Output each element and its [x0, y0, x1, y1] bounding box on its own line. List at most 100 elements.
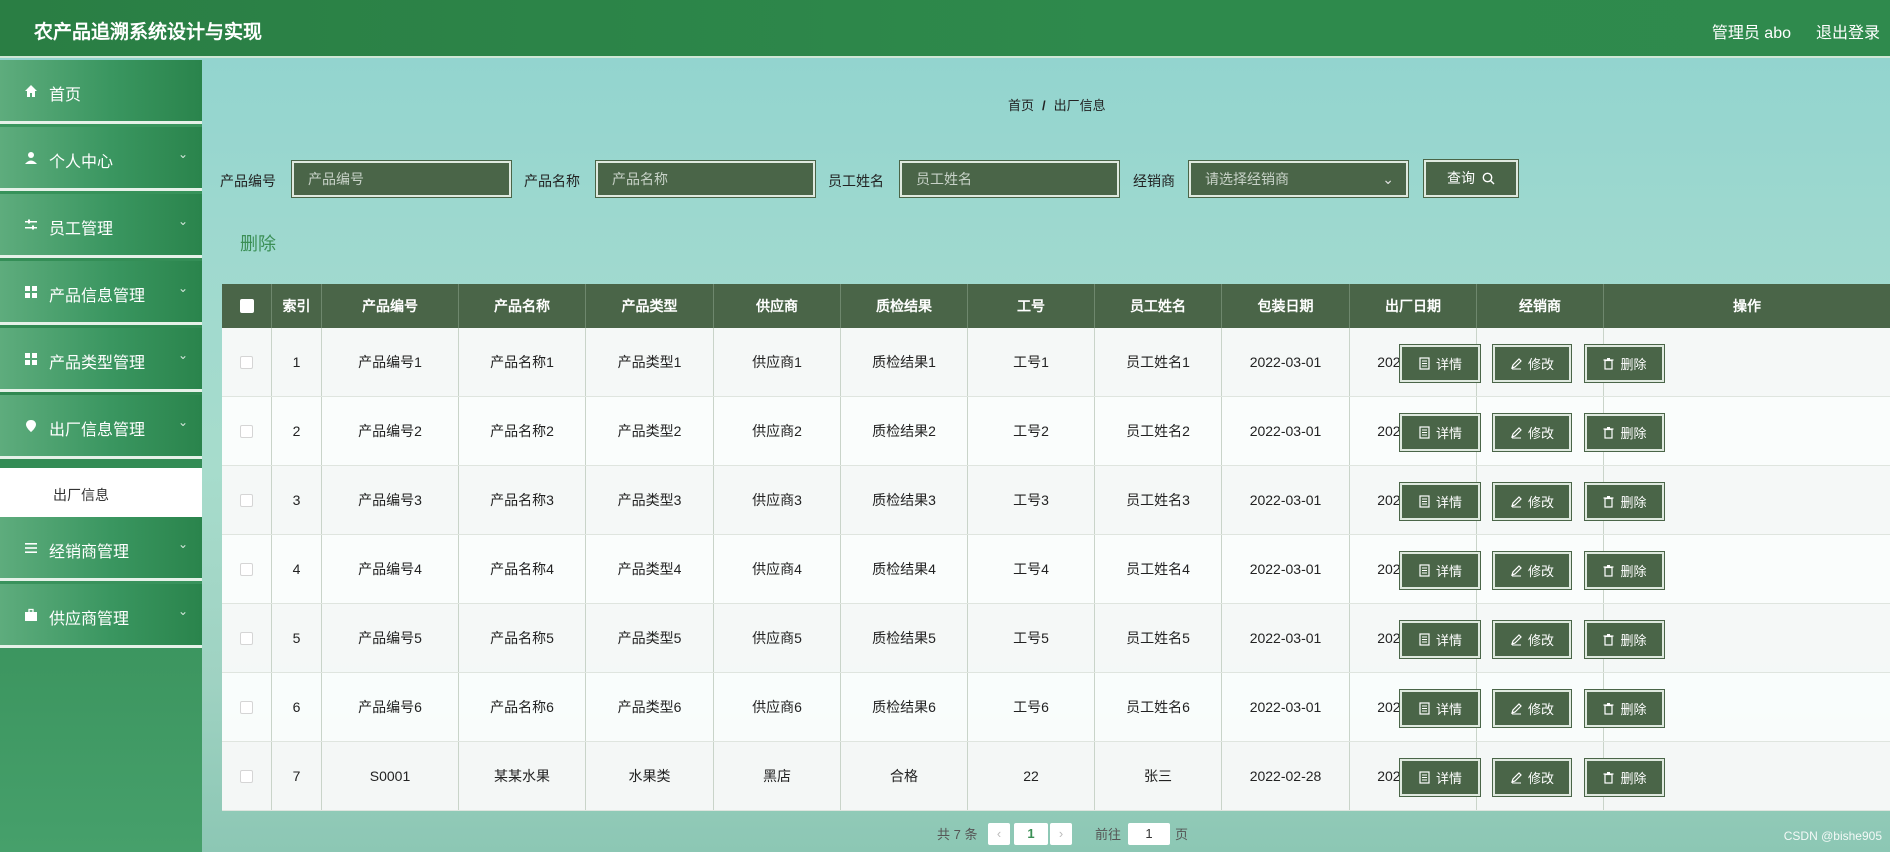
detail-button[interactable]: 详情 [1400, 621, 1480, 658]
document-icon [1419, 702, 1430, 715]
sidebar-item-staff[interactable]: 员工管理 ⌄ [0, 194, 202, 258]
product-name-label: 产品名称 [524, 173, 580, 189]
batch-delete-button[interactable]: 删除 [240, 230, 276, 256]
document-icon [1419, 564, 1430, 577]
table-cell: 黑店 [714, 742, 841, 810]
table-cell: 员工姓名5 [1095, 604, 1222, 672]
delete-button[interactable]: 删除 [1585, 345, 1664, 382]
query-button-label: 查询 [1447, 170, 1476, 186]
table-cell: 张三 [1095, 742, 1222, 810]
delete-button[interactable]: 删除 [1585, 414, 1664, 451]
prev-page-button[interactable]: ‹ [988, 823, 1010, 845]
table-row: 3 产品编号3 产品名称3 产品类型3 供应商3 质检结果3 工号3 员工姓名3 2022-03… [222, 466, 1890, 535]
breadcrumb-current: 出厂信息 [1053, 98, 1106, 113]
table-row: 2 产品编号2 产品名称2 产品类型2 供应商2 质检结果2 工号2 员工姓名2 2022-03… [222, 397, 1890, 466]
edit-button[interactable]: 修改 [1493, 552, 1571, 589]
goto-page-input[interactable]: 1 [1128, 823, 1170, 845]
row-checkbox[interactable] [240, 562, 253, 576]
staff-name-label: 员工姓名 [828, 173, 884, 189]
chevron-down-icon: ⌄ [178, 214, 189, 228]
row-select-cell [222, 397, 272, 465]
sidebar-subitem-shipment-info[interactable]: 出厂信息 [0, 468, 202, 518]
edit-button[interactable]: 修改 [1493, 414, 1571, 451]
goto-label: 前往 [1095, 827, 1122, 842]
row-select-cell [222, 673, 272, 741]
col-header: 产品类型 [586, 284, 714, 328]
delete-button[interactable]: 删除 [1585, 759, 1664, 796]
detail-button[interactable]: 详情 [1400, 759, 1480, 796]
detail-button-label: 详情 [1435, 495, 1462, 510]
table-cell: 工号2 [968, 397, 1095, 465]
table-cell: 供应商3 [714, 466, 841, 534]
document-icon [1419, 633, 1430, 646]
delete-button-label: 删除 [1620, 633, 1647, 648]
table-cell: 工号5 [968, 604, 1095, 672]
table-cell: 供应商5 [714, 604, 841, 672]
table-cell: 质检结果6 [841, 673, 968, 741]
table-cell: 2022-02-28 [1222, 742, 1350, 810]
staff-name-placeholder: 员工姓名 [916, 171, 972, 187]
sidebar-item-shipment[interactable]: 出厂信息管理 ⌄ [0, 395, 202, 459]
row-select-cell [222, 742, 272, 810]
sidebar-item-home[interactable]: 首页 [0, 60, 202, 124]
breadcrumb-home[interactable]: 首页 [1008, 98, 1034, 113]
table-cell: 产品类型5 [586, 604, 714, 672]
pencil-icon [1511, 772, 1522, 784]
next-page-button[interactable]: › [1050, 823, 1072, 845]
sidebar-item-dealer[interactable]: 经销商管理 ⌄ [0, 517, 202, 581]
product-code-input[interactable]: 产品编号 [292, 161, 511, 197]
delete-button[interactable]: 删除 [1585, 621, 1664, 658]
chevron-down-icon: ⌄ [178, 537, 189, 551]
row-checkbox[interactable] [240, 493, 253, 507]
row-checkbox[interactable] [240, 769, 253, 783]
table-cell: 工号1 [968, 328, 1095, 396]
col-header: 工号 [968, 284, 1095, 328]
delete-button[interactable]: 删除 [1585, 552, 1664, 589]
table-cell: 6 [272, 673, 322, 741]
trash-icon [1603, 565, 1614, 577]
row-select-cell [222, 328, 272, 396]
select-all-checkbox[interactable] [239, 299, 254, 313]
edit-button[interactable]: 修改 [1493, 483, 1571, 520]
sidebar-item-label: 经销商管理 [49, 544, 130, 561]
current-page[interactable]: 1 [1014, 823, 1048, 845]
table-cell: 员工姓名1 [1095, 328, 1222, 396]
dealer-select[interactable]: 请选择经销商 ⌄ [1189, 161, 1408, 197]
edit-button[interactable]: 修改 [1493, 621, 1571, 658]
detail-button[interactable]: 详情 [1400, 483, 1480, 520]
detail-button-label: 详情 [1435, 702, 1462, 717]
detail-button[interactable]: 详情 [1400, 345, 1480, 382]
table-cell: 供应商6 [714, 673, 841, 741]
sidebar-item-product-info[interactable]: 产品信息管理 ⌄ [0, 261, 202, 325]
delete-button[interactable]: 删除 [1585, 690, 1664, 727]
pencil-icon [1511, 703, 1522, 715]
detail-button[interactable]: 详情 [1400, 690, 1480, 727]
row-checkbox[interactable] [240, 424, 253, 438]
col-header: 出厂日期 [1350, 284, 1477, 328]
table-cell: 产品编号4 [322, 535, 459, 603]
sidebar-item-product-type[interactable]: 产品类型管理 ⌄ [0, 328, 202, 392]
row-checkbox[interactable] [240, 355, 253, 369]
edit-button[interactable]: 修改 [1493, 759, 1571, 796]
table-cell: 质检结果3 [841, 466, 968, 534]
detail-button[interactable]: 详情 [1400, 414, 1480, 451]
table-cell: 产品名称4 [459, 535, 586, 603]
staff-name-input[interactable]: 员工姓名 [900, 161, 1119, 197]
logout-link[interactable]: 退出登录 [1816, 19, 1880, 43]
edit-button[interactable]: 修改 [1493, 345, 1571, 382]
location-icon [26, 420, 36, 432]
edit-button[interactable]: 修改 [1493, 690, 1571, 727]
delete-button[interactable]: 删除 [1585, 483, 1664, 520]
sidebar-item-personal-center[interactable]: 个人中心 ⌄ [0, 127, 202, 191]
query-button[interactable]: 查询 [1424, 160, 1518, 197]
detail-button[interactable]: 详情 [1400, 552, 1480, 589]
sidebar-item-supplier[interactable]: 供应商管理 ⌄ [0, 584, 202, 648]
pencil-icon [1511, 496, 1522, 508]
row-select-cell [222, 466, 272, 534]
row-checkbox[interactable] [240, 631, 253, 645]
product-name-input[interactable]: 产品名称 [596, 161, 815, 197]
row-checkbox[interactable] [240, 700, 253, 714]
table-cell: 产品编号3 [322, 466, 459, 534]
table-cell: 2022-03-01 [1222, 535, 1350, 603]
table-cell: 质检结果1 [841, 328, 968, 396]
